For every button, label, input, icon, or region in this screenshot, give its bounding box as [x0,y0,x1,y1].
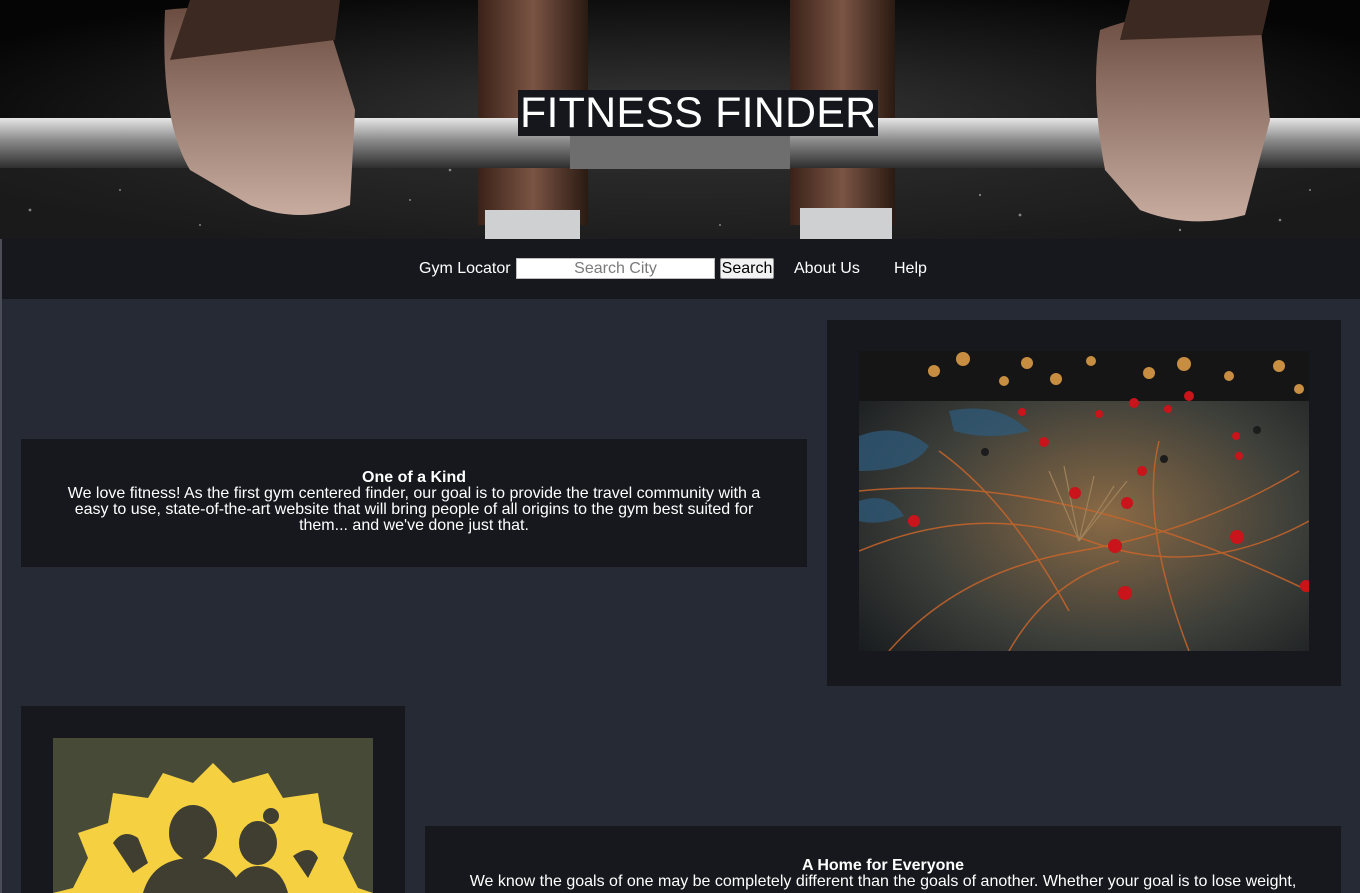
section-heading: One of a Kind [362,469,466,486]
site-title: FITNESS FINDER [518,89,879,137]
section-body: We love fitness! As the first gym center… [67,485,761,534]
section-card-a-home-for-everyone: A Home for Everyone We know the goals of… [425,826,1341,893]
page: FITNESS FINDER Gym Locator Search About … [0,0,1360,893]
flexing-silhouettes-image [53,738,373,893]
map-with-pins-image [859,351,1309,651]
hero-banner: FITNESS FINDER [0,0,1360,239]
map-image-frame [827,320,1341,686]
nav-link-about-us[interactable]: About Us [794,260,860,278]
section-heading: A Home for Everyone [801,857,965,874]
silhouette-image-frame [21,706,405,893]
nav-link-help[interactable]: Help [894,260,927,278]
search-city-input[interactable] [516,258,715,279]
search-button[interactable]: Search [720,258,774,279]
gym-locator-label: Gym Locator [419,260,511,277]
section-body: We know the goals of one may be complete… [469,873,1297,890]
section-card-one-of-a-kind: One of a Kind We love fitness! As the fi… [21,439,807,567]
page-left-border [0,239,2,893]
